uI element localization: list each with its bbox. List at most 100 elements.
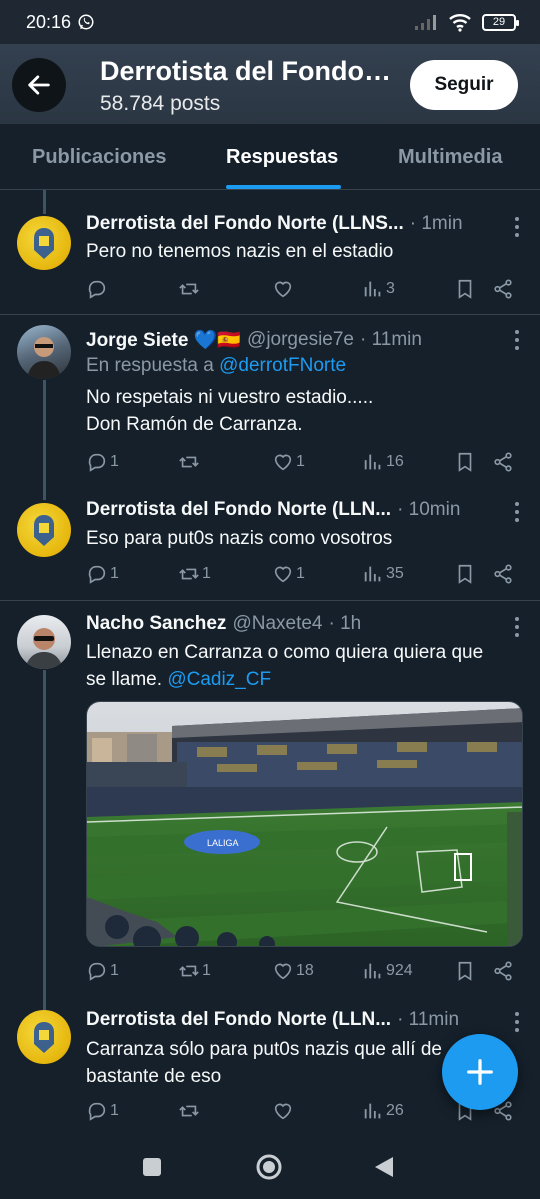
tweet-actions: 1 1 18 924	[86, 960, 526, 984]
status-time: 20:16	[26, 11, 72, 32]
reply-icon	[88, 565, 106, 584]
heart-icon	[274, 1103, 292, 1120]
more-options-icon[interactable]	[514, 217, 520, 237]
bookmark-icon	[458, 961, 472, 981]
bookmark-button[interactable]	[454, 278, 476, 300]
like-button[interactable]: 1	[272, 563, 305, 585]
whatsapp-icon	[78, 14, 94, 30]
tab-respuestas[interactable]: Respuestas	[226, 124, 338, 190]
tweet-text: No respetais ni vuestro estadio..... Don…	[86, 387, 374, 435]
reply-button[interactable]: 1	[86, 1100, 119, 1122]
retweet-button[interactable]	[178, 278, 202, 300]
retweet-icon	[179, 965, 199, 977]
back-button[interactable]	[12, 58, 66, 112]
retweet-button[interactable]	[178, 451, 202, 473]
reply-button[interactable]	[86, 278, 110, 300]
avatar[interactable]	[17, 216, 71, 270]
recents-button[interactable]	[142, 1157, 162, 1182]
reply-icon	[88, 453, 106, 472]
like-button[interactable]	[272, 1100, 296, 1122]
avatar[interactable]	[17, 503, 71, 557]
more-options-icon[interactable]	[514, 502, 520, 522]
tab-publicaciones[interactable]: Publicaciones	[32, 124, 167, 190]
circle-icon	[256, 1154, 282, 1180]
bookmark-button[interactable]	[454, 451, 476, 473]
retweet-button[interactable]: 1	[178, 960, 211, 982]
stadium-photo: LALIGA	[87, 702, 522, 946]
share-icon	[494, 279, 512, 299]
heart-icon	[274, 963, 292, 980]
tweet-handle[interactable]: @jorgesie7e	[247, 329, 354, 351]
home-button[interactable]	[255, 1153, 283, 1186]
tweet-actions: 1 1 1 35	[86, 563, 526, 587]
views-button[interactable]: 924	[362, 960, 413, 982]
tweet-actions: 3	[86, 278, 526, 302]
cadiz-crest-icon	[34, 515, 54, 546]
tweet-time: · 1h	[328, 613, 362, 634]
reply-to-handle-link[interactable]: @derrotFNorte	[219, 355, 346, 376]
avatar[interactable]	[17, 615, 71, 669]
views-button[interactable]: 16	[362, 451, 404, 473]
views-icon	[364, 454, 381, 470]
arrow-left-icon	[28, 75, 50, 95]
profile-tabs: Publicaciones Respuestas Multimedia	[0, 124, 540, 190]
tweet-author-name[interactable]: Derrotista del Fondo Norte (LLN...	[86, 1009, 391, 1031]
bookmark-icon	[458, 564, 472, 584]
tweet-author-name[interactable]: Nacho Sanchez	[86, 613, 226, 635]
share-button[interactable]	[492, 278, 514, 300]
tweet-author-name[interactable]: Derrotista del Fondo Norte (LLN...	[86, 499, 391, 521]
profile-header: Derrotista del Fondo Norte (LLNS) 58.784…	[0, 44, 540, 124]
views-icon	[364, 1103, 381, 1119]
tweet-4[interactable]: Nacho Sanchez @Naxete4 · 1h Llenazo en C…	[0, 601, 540, 996]
share-button[interactable]	[492, 960, 514, 982]
tweet-1[interactable]: Derrotista del Fondo Norte (LLNS... · 1m…	[0, 190, 540, 314]
tweet-author-name[interactable]: Jorge Siete 💙🇪🇸	[86, 328, 241, 352]
mention-link[interactable]: @Cadiz_CF	[167, 669, 271, 690]
tweet-media-image[interactable]: LALIGA	[86, 701, 523, 947]
compose-button[interactable]	[442, 1034, 518, 1110]
back-nav-button[interactable]	[373, 1155, 395, 1184]
share-icon	[494, 961, 512, 981]
tweet-author-name[interactable]: Derrotista del Fondo Norte (LLNS...	[86, 213, 404, 235]
tweet-2[interactable]: Jorge Siete 💙🇪🇸 @jorgesie7e · 11min En r…	[0, 315, 540, 485]
tweet-time: · 11min	[397, 1009, 460, 1030]
tweet-author-line: Derrotista del Fondo Norte (LLN... · 10m…	[86, 499, 496, 521]
more-options-icon[interactable]	[514, 1012, 520, 1032]
plus-icon	[467, 1059, 493, 1085]
share-button[interactable]	[492, 451, 514, 473]
like-button[interactable]	[272, 278, 296, 300]
bookmark-button[interactable]	[454, 563, 476, 585]
battery-level: 29	[492, 16, 506, 28]
views-icon	[364, 566, 381, 582]
views-button[interactable]: 35	[362, 563, 404, 585]
views-button[interactable]: 26	[362, 1100, 404, 1122]
cadiz-crest-icon	[34, 1022, 54, 1053]
follow-button[interactable]: Seguir	[410, 60, 518, 110]
reply-button[interactable]: 1	[86, 563, 119, 585]
retweet-button[interactable]: 1	[178, 563, 211, 585]
retweet-button[interactable]	[178, 1100, 202, 1122]
tweet-handle[interactable]: @Naxete4	[232, 613, 322, 635]
bookmark-button[interactable]	[454, 960, 476, 982]
person-photo-icon	[27, 337, 61, 379]
retweet-icon	[179, 283, 199, 295]
more-options-icon[interactable]	[514, 330, 520, 350]
reply-context: En respuesta a @derrotFNorte	[86, 355, 347, 376]
avatar[interactable]	[17, 1010, 71, 1064]
more-options-icon[interactable]	[514, 617, 520, 637]
tweet-3[interactable]: Derrotista del Fondo Norte (LLN... · 10m…	[0, 485, 540, 600]
reply-button[interactable]: 1	[86, 451, 119, 473]
share-icon	[494, 564, 512, 584]
share-button[interactable]	[492, 563, 514, 585]
avatar[interactable]	[17, 325, 71, 379]
like-button[interactable]: 18	[272, 960, 314, 982]
reply-icon	[88, 1102, 106, 1121]
tweet-time: · 11min	[360, 329, 422, 350]
reply-button[interactable]: 1	[86, 960, 119, 982]
retweet-icon	[179, 568, 199, 580]
views-button[interactable]: 3	[362, 278, 395, 300]
tweet-time: · 1min	[409, 213, 463, 234]
tab-multimedia[interactable]: Multimedia	[398, 124, 502, 190]
like-button[interactable]: 1	[272, 451, 305, 473]
bookmark-icon	[458, 452, 472, 472]
